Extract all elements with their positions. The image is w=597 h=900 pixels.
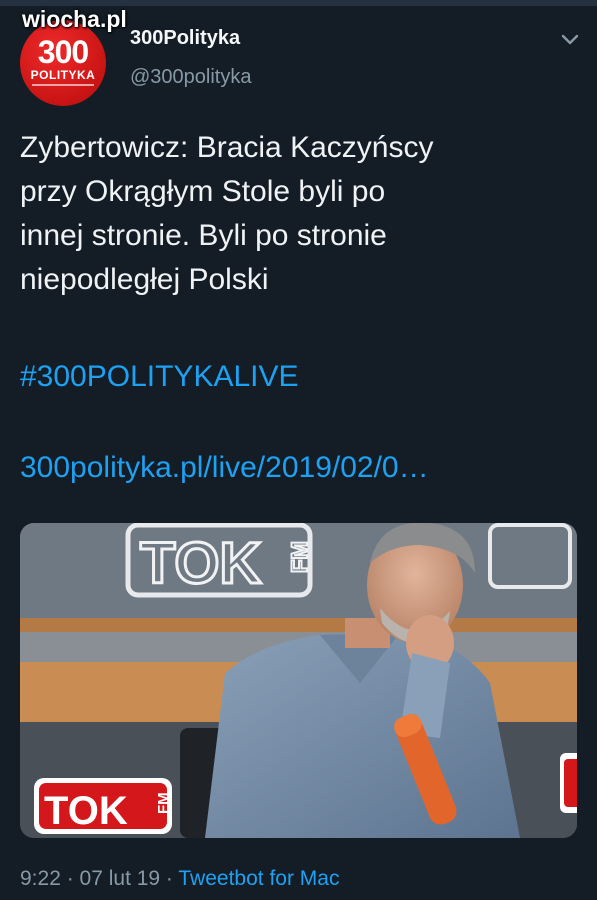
display-name[interactable]: 300Polityka <box>130 27 240 50</box>
tweet-text-line: niepodległej Polski <box>20 263 269 296</box>
hashtag-link[interactable]: #300POLITYKALIVE <box>20 360 299 394</box>
backdrop-logo-text: TOK <box>140 531 261 596</box>
tweet-text: Zybertowicz: Bracia Kaczyńscy przy Okrąg… <box>20 126 580 302</box>
avatar-logo-text: POLITYKA <box>30 68 96 82</box>
tweet-text-line: innej stronie. Byli po stronie <box>20 219 387 252</box>
avatar-logo-number: 300 <box>37 34 89 70</box>
user-handle[interactable]: @300polityka <box>130 66 251 89</box>
timestamp: 9:22 · 07 lut 19 · <box>20 867 179 890</box>
chevron-down-icon[interactable] <box>559 28 581 50</box>
tweet-text-line: Zybertowicz: Bracia Kaczyńscy <box>20 131 434 164</box>
tweet-meta: 9:22 · 07 lut 19 · Tweetbot for Mac <box>20 867 339 891</box>
avatar-logo-underline <box>32 84 94 86</box>
url-link[interactable]: 300polityka.pl/live/2019/02/0… <box>20 451 429 485</box>
client-link[interactable]: Tweetbot for Mac <box>178 867 339 890</box>
badge-logo-fm: FM <box>155 792 172 814</box>
tweet-text-line: przy Okrągłym Stole byli po <box>20 175 386 208</box>
backdrop-logo-fm: FM <box>287 541 312 573</box>
media-photo: TOK FM TOK FM <box>20 523 577 838</box>
watermark: wiocha.pl <box>22 6 127 32</box>
tweet-media-image[interactable]: TOK FM TOK FM <box>20 523 577 838</box>
badge-logo-text: TOK <box>44 789 128 833</box>
